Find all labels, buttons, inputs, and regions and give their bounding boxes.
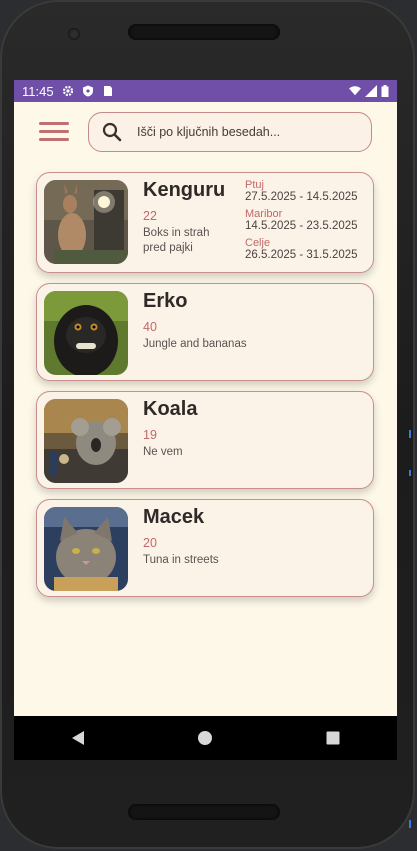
- trip-city: Ptuj: [245, 179, 264, 191]
- status-bar: 11:45: [14, 80, 397, 102]
- animal-age: 40: [143, 320, 157, 334]
- wifi-icon: [349, 86, 361, 96]
- animal-name: Koala: [143, 398, 198, 420]
- trip-city: Maribor: [245, 208, 283, 220]
- animal-card-koala[interactable]: Koala 19 Ne vem: [36, 391, 374, 489]
- animal-age: 20: [143, 536, 157, 550]
- app-screen: 11:45 Išči po ključnih besedah... Kengur…: [14, 80, 397, 760]
- animal-description: Ne vem: [143, 446, 183, 458]
- back-triangle-icon[interactable]: [58, 718, 98, 758]
- animal-description: Jungle and bananas: [143, 338, 247, 350]
- animal-name: Macek: [143, 506, 205, 528]
- front-camera: [68, 28, 80, 40]
- animal-age: 19: [143, 428, 157, 442]
- shield-icon: [82, 85, 93, 97]
- home-circle-icon[interactable]: [185, 718, 225, 758]
- animal-description: Tuna in streets: [143, 554, 219, 566]
- top-app-bar: Išči po ključnih besedah...: [14, 102, 397, 162]
- animal-name: Erko: [143, 290, 188, 312]
- trip-dates: 26.5.2025 - 31.5.2025: [245, 249, 358, 261]
- search-input[interactable]: Išči po ključnih besedah...: [88, 112, 372, 152]
- sd-card-icon: [103, 86, 112, 96]
- animal-list: Kenguru 22 Boks in strah pred pajki Ptuj…: [36, 172, 374, 607]
- animal-card-macek[interactable]: Macek 20 Tuna in streets: [36, 499, 374, 597]
- animal-description: Boks in strah pred pajki: [143, 227, 210, 254]
- koala-photo: [44, 399, 128, 483]
- animal-age: 22: [143, 209, 157, 223]
- kangaroo-photo: [44, 180, 128, 264]
- status-time: 11:45: [22, 83, 54, 99]
- trip-dates: 27.5.2025 - 14.5.2025: [245, 191, 358, 203]
- animal-name: Kenguru: [143, 179, 226, 201]
- trip-list: Ptuj 27.5.2025 - 14.5.2025 Maribor 14.5.…: [245, 179, 371, 266]
- animal-card-erko[interactable]: Erko 40 Jungle and bananas: [36, 283, 374, 381]
- signal-icon: [365, 85, 377, 97]
- battery-icon: [381, 85, 389, 97]
- animal-card-kenguru[interactable]: Kenguru 22 Boks in strah pred pajki Ptuj…: [36, 172, 374, 273]
- hamburger-menu-icon[interactable]: [39, 122, 69, 144]
- search-icon: [102, 122, 122, 142]
- bottom-speaker: [128, 804, 280, 820]
- settings-gear-icon: [62, 85, 73, 97]
- system-navigation-bar: [14, 716, 397, 760]
- trip-city: Celje: [245, 237, 271, 249]
- macaque-photo: [44, 291, 128, 375]
- search-placeholder: Išči po ključnih besedah...: [137, 125, 281, 139]
- recents-square-icon[interactable]: [313, 718, 353, 758]
- cat-photo: [44, 507, 128, 591]
- earpiece-speaker: [128, 24, 280, 40]
- trip-dates: 14.5.2025 - 23.5.2025: [245, 220, 358, 232]
- side-edge-marks: [409, 430, 411, 828]
